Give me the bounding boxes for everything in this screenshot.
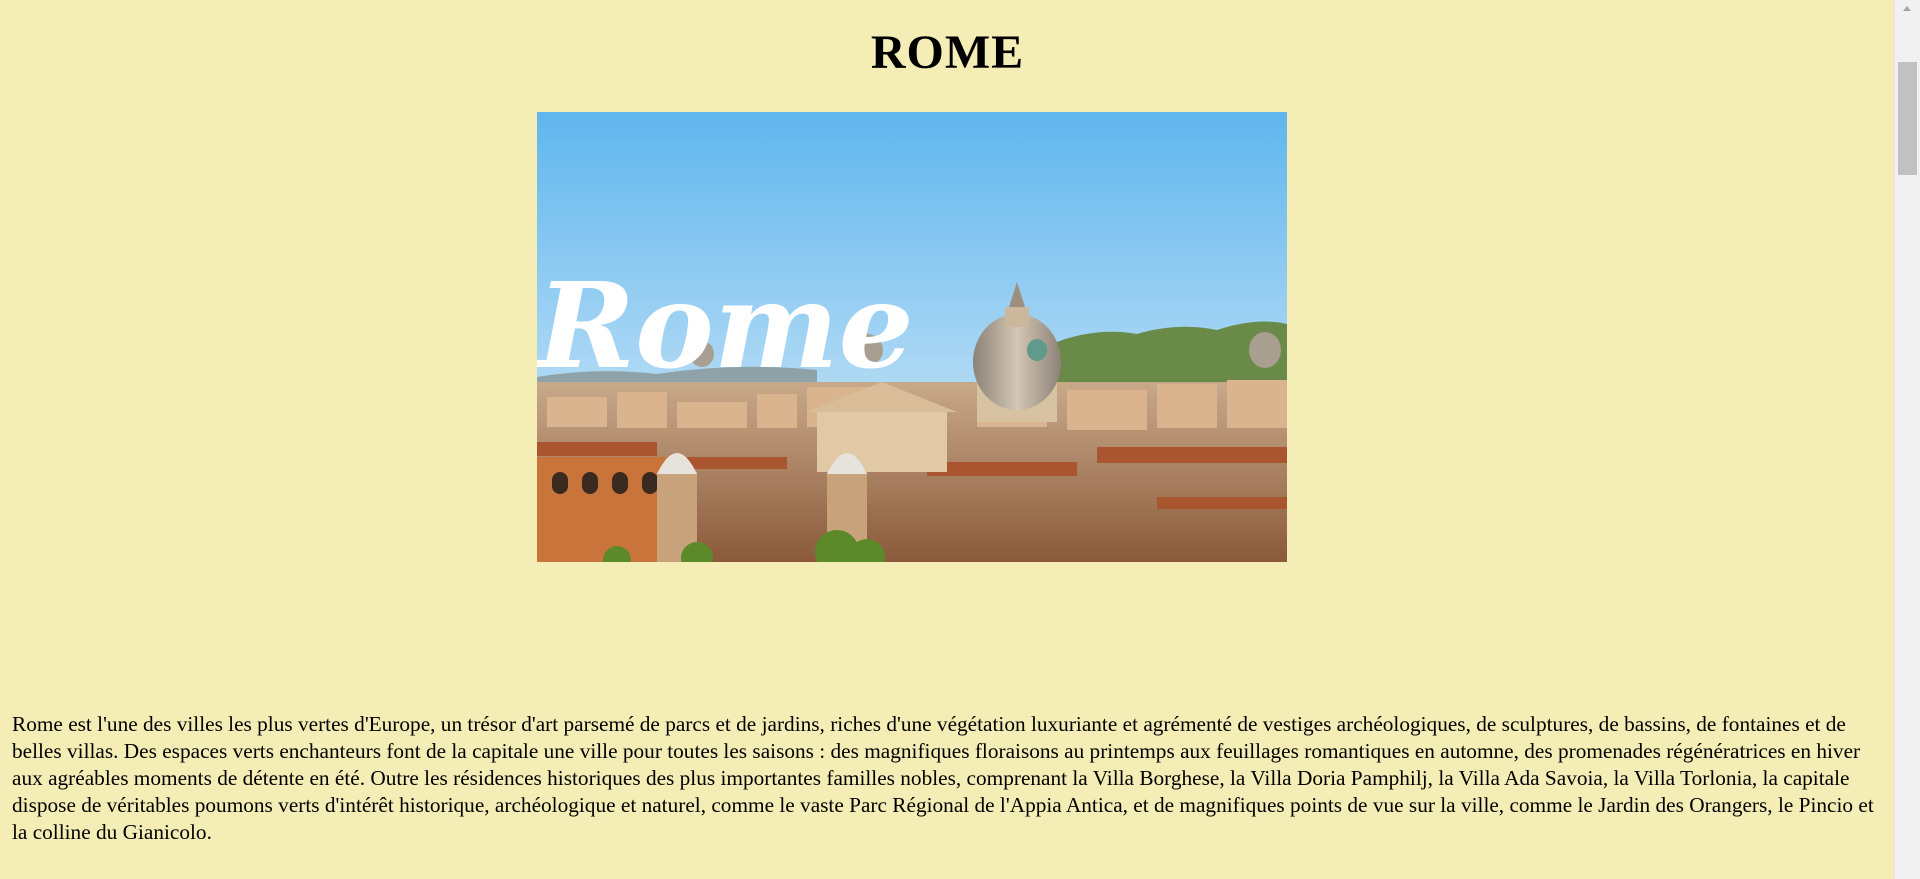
page-title: ROME	[870, 26, 1025, 79]
vertical-scrollbar[interactable]	[1894, 0, 1920, 879]
hero-overlay-text: Rome	[537, 256, 914, 395]
page: ROME Rome Rome est l'une des villes les …	[0, 0, 1895, 879]
scroll-up-arrow-icon[interactable]	[1903, 6, 1911, 11]
scrollbar-thumb[interactable]	[1898, 62, 1917, 175]
intro-paragraph: Rome est l'une des villes les plus verte…	[12, 712, 1874, 844]
rome-skyline-image: Rome	[537, 112, 1287, 562]
